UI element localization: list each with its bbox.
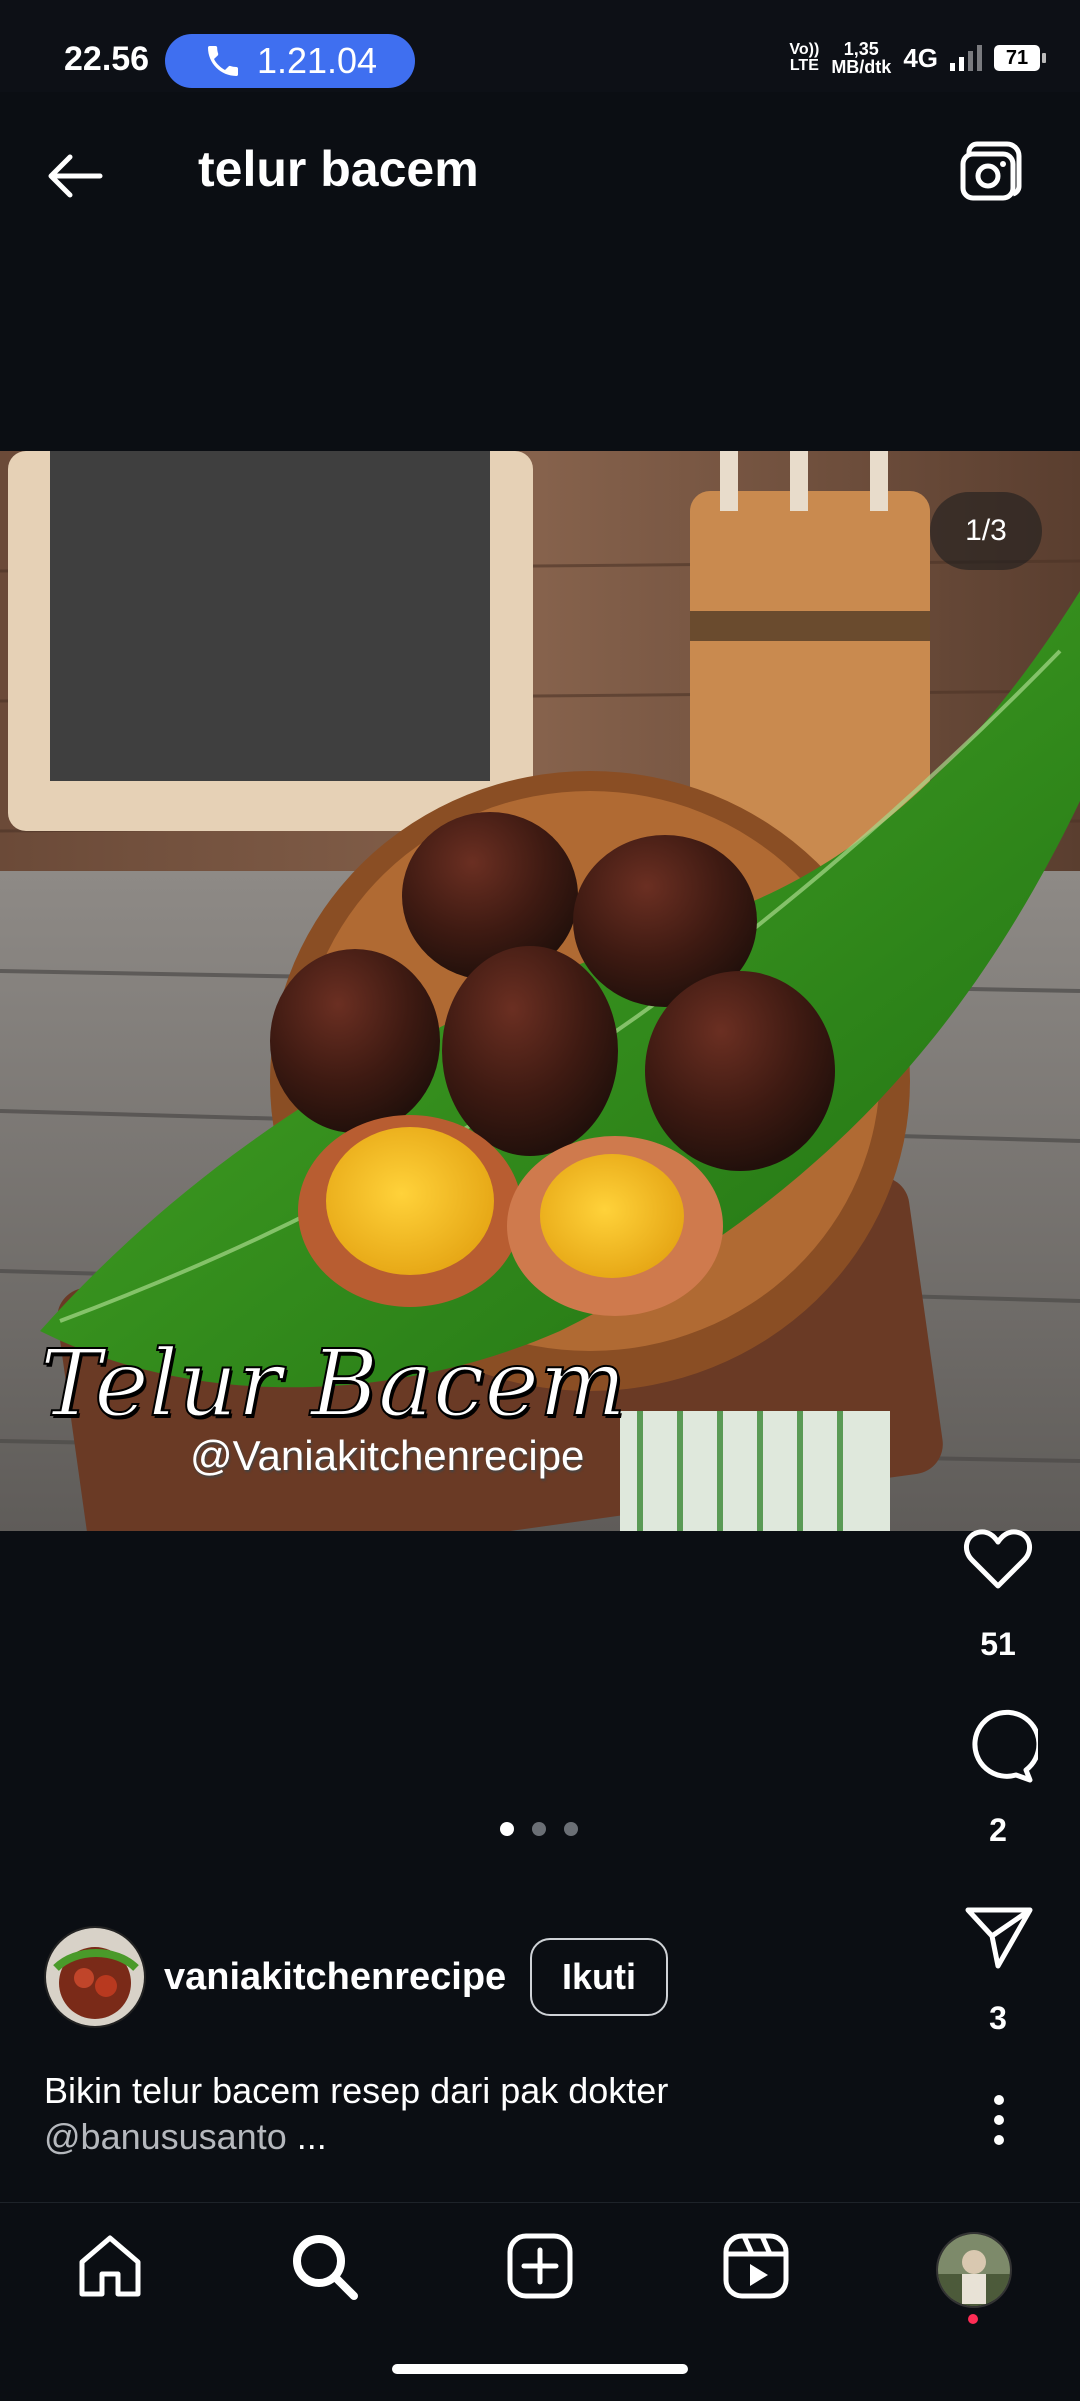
status-icons: Vo)) LTE 1,35 MB/dtk 4G 71 xyxy=(789,39,1046,77)
camera-icon xyxy=(960,141,1022,201)
avatar-image xyxy=(46,1928,144,2026)
notification-dot xyxy=(968,2314,978,2324)
call-duration: 1.21.04 xyxy=(256,40,378,81)
photo-counter: 1/3 xyxy=(930,492,1042,570)
home-indicator[interactable] xyxy=(392,2364,688,2374)
carousel-dot xyxy=(500,1822,514,1836)
like-count: 51 xyxy=(980,1626,1016,1662)
carousel-dot xyxy=(532,1822,546,1836)
create-icon xyxy=(507,2233,573,2299)
reels-icon xyxy=(723,2233,789,2299)
share-count: 3 xyxy=(989,2000,1007,2036)
nav-home[interactable] xyxy=(72,2228,148,2304)
author-avatar[interactable] xyxy=(44,1926,146,2028)
author-username[interactable]: vaniakitchenrecipe xyxy=(164,1956,506,1999)
like-button[interactable] xyxy=(958,1520,1038,1600)
nav-search[interactable] xyxy=(286,2228,362,2304)
back-button[interactable] xyxy=(40,140,112,212)
ongoing-call-pill[interactable]: 1.21.04 xyxy=(165,34,415,88)
search-icon xyxy=(293,2235,358,2300)
photo-watermark-title: Telur Bacem xyxy=(39,1329,627,1438)
network-speed: 1,35 MB/dtk xyxy=(831,39,892,77)
signal-icon xyxy=(950,45,982,71)
follow-button[interactable]: Ikuti xyxy=(530,1938,668,2016)
photo-watermark-handle: @Vaniakitchenrecipe xyxy=(190,1432,585,1479)
more-vertical-icon xyxy=(994,2095,1004,2145)
profile-avatar-image xyxy=(938,2234,1010,2306)
heart-icon xyxy=(963,1529,1033,1589)
comment-count: 2 xyxy=(989,1812,1007,1848)
caption-text: Bikin telur bacem resep dari pak dokter xyxy=(44,2070,669,2111)
volte-indicator: Vo)) LTE xyxy=(789,41,820,74)
carousel-dot xyxy=(564,1822,578,1836)
caption-mention[interactable]: @banususanto xyxy=(44,2116,287,2157)
battery-icon: 71 xyxy=(994,45,1046,71)
nav-create[interactable] xyxy=(502,2228,578,2304)
phone-icon xyxy=(207,46,238,76)
nav-reels[interactable] xyxy=(718,2228,794,2304)
post-caption[interactable]: Bikin telur bacem resep dari pak dokter … xyxy=(44,2068,864,2160)
home-icon xyxy=(79,2235,141,2297)
camera-button[interactable] xyxy=(955,138,1027,210)
status-time: 22.56 xyxy=(64,40,150,78)
page-title: telur bacem xyxy=(198,141,479,197)
carousel-dots xyxy=(500,1822,578,1836)
share-button[interactable] xyxy=(958,1896,1038,1976)
nav-profile-avatar[interactable] xyxy=(936,2232,1012,2308)
caption-more[interactable]: ... xyxy=(287,2116,327,2157)
network-type: 4G xyxy=(903,42,938,73)
more-options-button[interactable] xyxy=(975,2090,1023,2150)
comment-button[interactable] xyxy=(958,1708,1042,1788)
arrow-left-icon xyxy=(48,154,103,198)
comment-icon xyxy=(972,1709,1042,1783)
send-icon xyxy=(965,1907,1033,1969)
